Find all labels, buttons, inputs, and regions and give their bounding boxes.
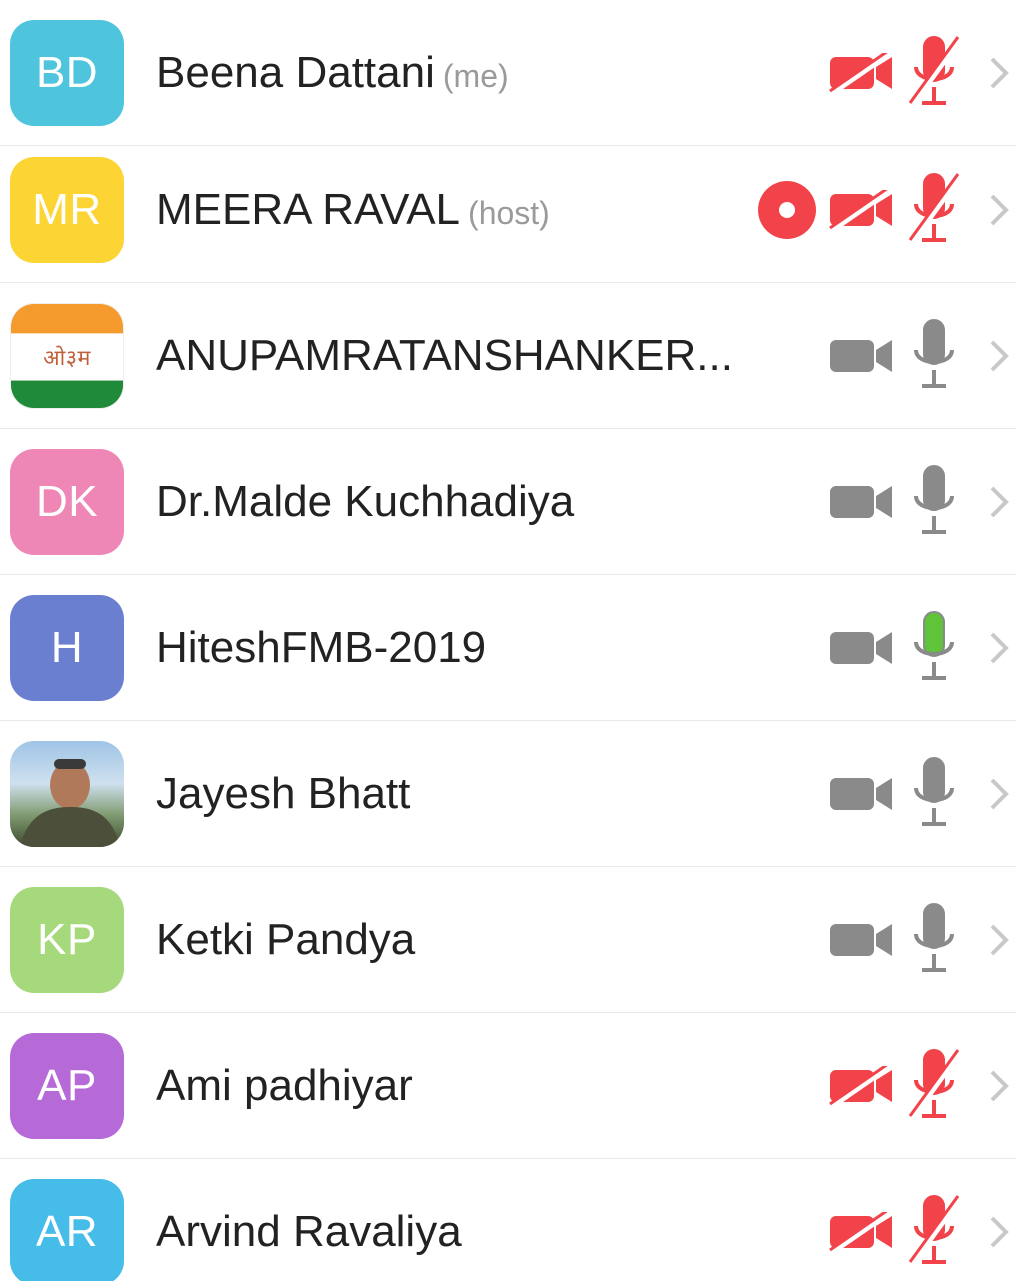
participant-name: ANUPAMRATANSHANKER... [156, 331, 733, 380]
participant-name: Jayesh Bhatt [156, 769, 411, 818]
microphone-icon [914, 465, 954, 534]
avatar: MR [10, 157, 124, 263]
avatar: H [10, 595, 124, 701]
participant-row[interactable]: DK Dr.Malde Kuchhadiya [0, 429, 1016, 575]
participant-name-group: Dr.Malde Kuchhadiya [156, 477, 582, 527]
recording-dot [779, 202, 795, 218]
chevron-right-icon[interactable] [986, 482, 1012, 522]
participant-name: Ami padhiyar [156, 1061, 413, 1110]
avatar: BD [10, 20, 124, 126]
avatar: AP [10, 1033, 124, 1139]
participant-name: HiteshFMB-2019 [156, 623, 487, 672]
chevron-right-icon[interactable] [986, 336, 1012, 376]
participant-row[interactable]: MR MEERA RAVAL (host) [0, 137, 1016, 283]
microphone-icon [914, 757, 954, 826]
flag-avatar-icon: ओ३म [11, 304, 123, 408]
participant-name-group: ANUPAMRATANSHANKER... [156, 331, 741, 381]
participant-name: Ketki Pandya [156, 915, 416, 964]
status-icons [828, 283, 1016, 429]
microphone-muted-icon [908, 1049, 962, 1120]
participant-name-group: Jayesh Bhatt [156, 769, 418, 819]
chevron-right-icon[interactable] [986, 190, 1012, 230]
recording-icon [758, 181, 816, 239]
participant-name-group: HiteshFMB-2019 [156, 623, 494, 673]
status-icons [828, 429, 1016, 575]
microphone-icon [914, 903, 954, 972]
chevron-right-icon[interactable] [986, 920, 1012, 960]
participant-row[interactable]: ओ३म ANUPAMRATANSHANKER... [0, 283, 1016, 429]
video-off-icon [829, 53, 892, 93]
status-icons [828, 0, 1016, 146]
participant-name: Beena Dattani [156, 48, 435, 97]
video-camera-icon [830, 632, 892, 664]
chevron-right-icon[interactable] [986, 53, 1012, 93]
person-photo-icon [20, 759, 120, 847]
participant-row[interactable]: KP Ketki Pandya [0, 867, 1016, 1013]
participant-name-group: MEERA RAVAL (host) [156, 185, 550, 235]
microphone-speaking-icon [914, 611, 954, 680]
participant-row[interactable]: BD Beena Dattani (me) [0, 0, 1016, 146]
participant-name-group: Ami padhiyar [156, 1061, 421, 1111]
microphone-muted-icon [908, 1195, 962, 1266]
video-off-icon [829, 1066, 892, 1106]
participant-name-group: Ketki Pandya [156, 915, 423, 965]
microphone-muted-icon [908, 173, 962, 244]
avatar-text: ओ३म [43, 345, 91, 371]
participant-row[interactable]: Jayesh Bhatt [0, 721, 1016, 867]
participant-name: MEERA RAVAL [156, 185, 461, 234]
participant-name-group: Beena Dattani (me) [156, 48, 509, 98]
avatar: AR [10, 1179, 124, 1281]
video-off-icon [829, 190, 892, 230]
microphone-muted-icon [908, 36, 962, 107]
avatar: DK [10, 449, 124, 555]
participant-row[interactable]: AP Ami padhiyar [0, 1013, 1016, 1159]
participant-list: BD Beena Dattani (me) MR MEERA RAVAL (ho… [0, 0, 1016, 1281]
chevron-right-icon[interactable] [986, 1066, 1012, 1106]
video-camera-icon [830, 778, 892, 810]
participant-name-group: Arvind Ravaliya [156, 1207, 470, 1257]
status-icons [828, 575, 1016, 721]
status-icons [828, 1013, 1016, 1159]
participant-role: (me) [442, 58, 509, 94]
participant-name: Dr.Malde Kuchhadiya [156, 477, 575, 526]
participant-row[interactable]: H HiteshFMB-2019 [0, 575, 1016, 721]
chevron-right-icon[interactable] [986, 1212, 1012, 1252]
status-icons [828, 721, 1016, 867]
chevron-right-icon[interactable] [986, 774, 1012, 814]
video-off-icon [829, 1212, 892, 1252]
status-icons [828, 1159, 1016, 1281]
video-camera-icon [830, 924, 892, 956]
microphone-icon [914, 319, 954, 388]
chevron-right-icon[interactable] [986, 628, 1012, 668]
video-camera-icon [830, 340, 892, 372]
status-icons [758, 137, 1016, 283]
participant-row[interactable]: AR Arvind Ravaliya [0, 1159, 1016, 1281]
status-icons [828, 867, 1016, 1013]
avatar-image: ओ३म [10, 303, 124, 409]
avatar-photo [10, 741, 124, 847]
avatar: KP [10, 887, 124, 993]
video-camera-icon [830, 486, 892, 518]
participant-name: Arvind Ravaliya [156, 1207, 462, 1256]
participant-role: (host) [468, 195, 550, 231]
